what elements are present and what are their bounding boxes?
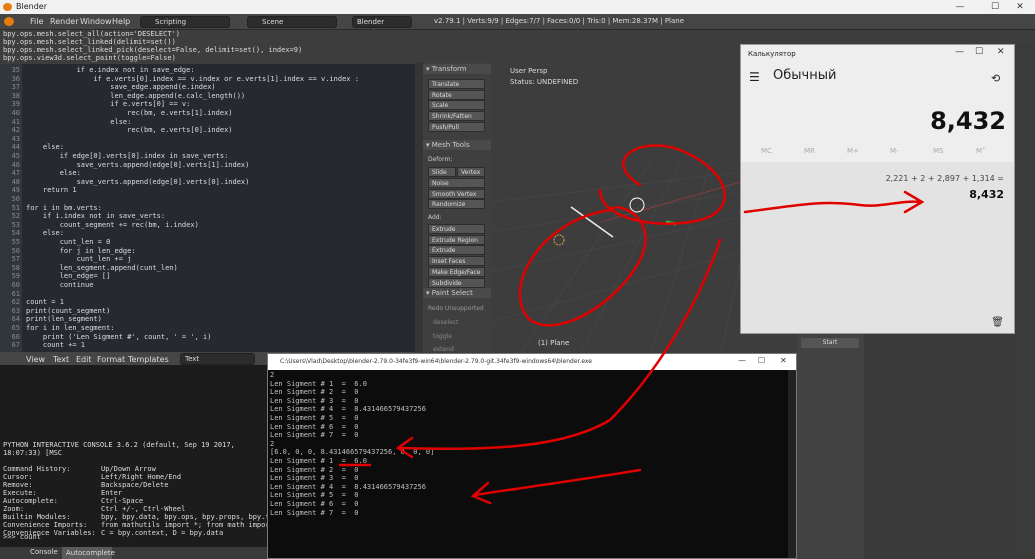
annotation-arrow-down xyxy=(398,238,722,450)
annotation-arrow-lower xyxy=(473,468,642,497)
annotation-overlay xyxy=(338,144,925,505)
annotation-loop xyxy=(598,144,726,225)
annotation-circle xyxy=(518,206,647,327)
annotation-arrow-to-calc xyxy=(743,200,922,214)
